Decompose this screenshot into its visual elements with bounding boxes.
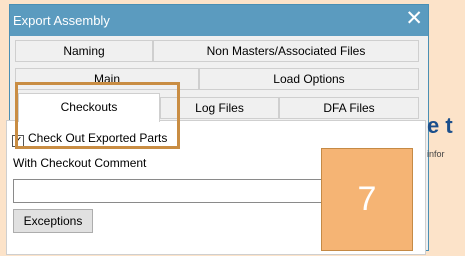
exceptions-button[interactable]: Exceptions — [13, 209, 93, 233]
tab-non-masters-associated-files[interactable]: Non Masters/Associated Files — [153, 40, 419, 62]
tab-dfa-files[interactable]: DFA Files — [279, 97, 419, 119]
step-number-badge: 7 — [321, 148, 413, 251]
checkout-comment-input[interactable] — [13, 179, 373, 203]
tab-naming[interactable]: Naming — [15, 40, 153, 62]
tab-load-options[interactable]: Load Options — [199, 68, 419, 90]
title-bar[interactable]: Export Assembly ✕ — [10, 5, 428, 36]
checkout-comment-label: With Checkout Comment — [13, 156, 147, 170]
background-text-fragment: infor — [427, 149, 445, 159]
highlight-box — [15, 82, 180, 149]
dialog-title: Export Assembly — [13, 13, 110, 28]
background-heading-fragment: e t — [427, 113, 453, 138]
close-icon[interactable]: ✕ — [405, 6, 423, 32]
